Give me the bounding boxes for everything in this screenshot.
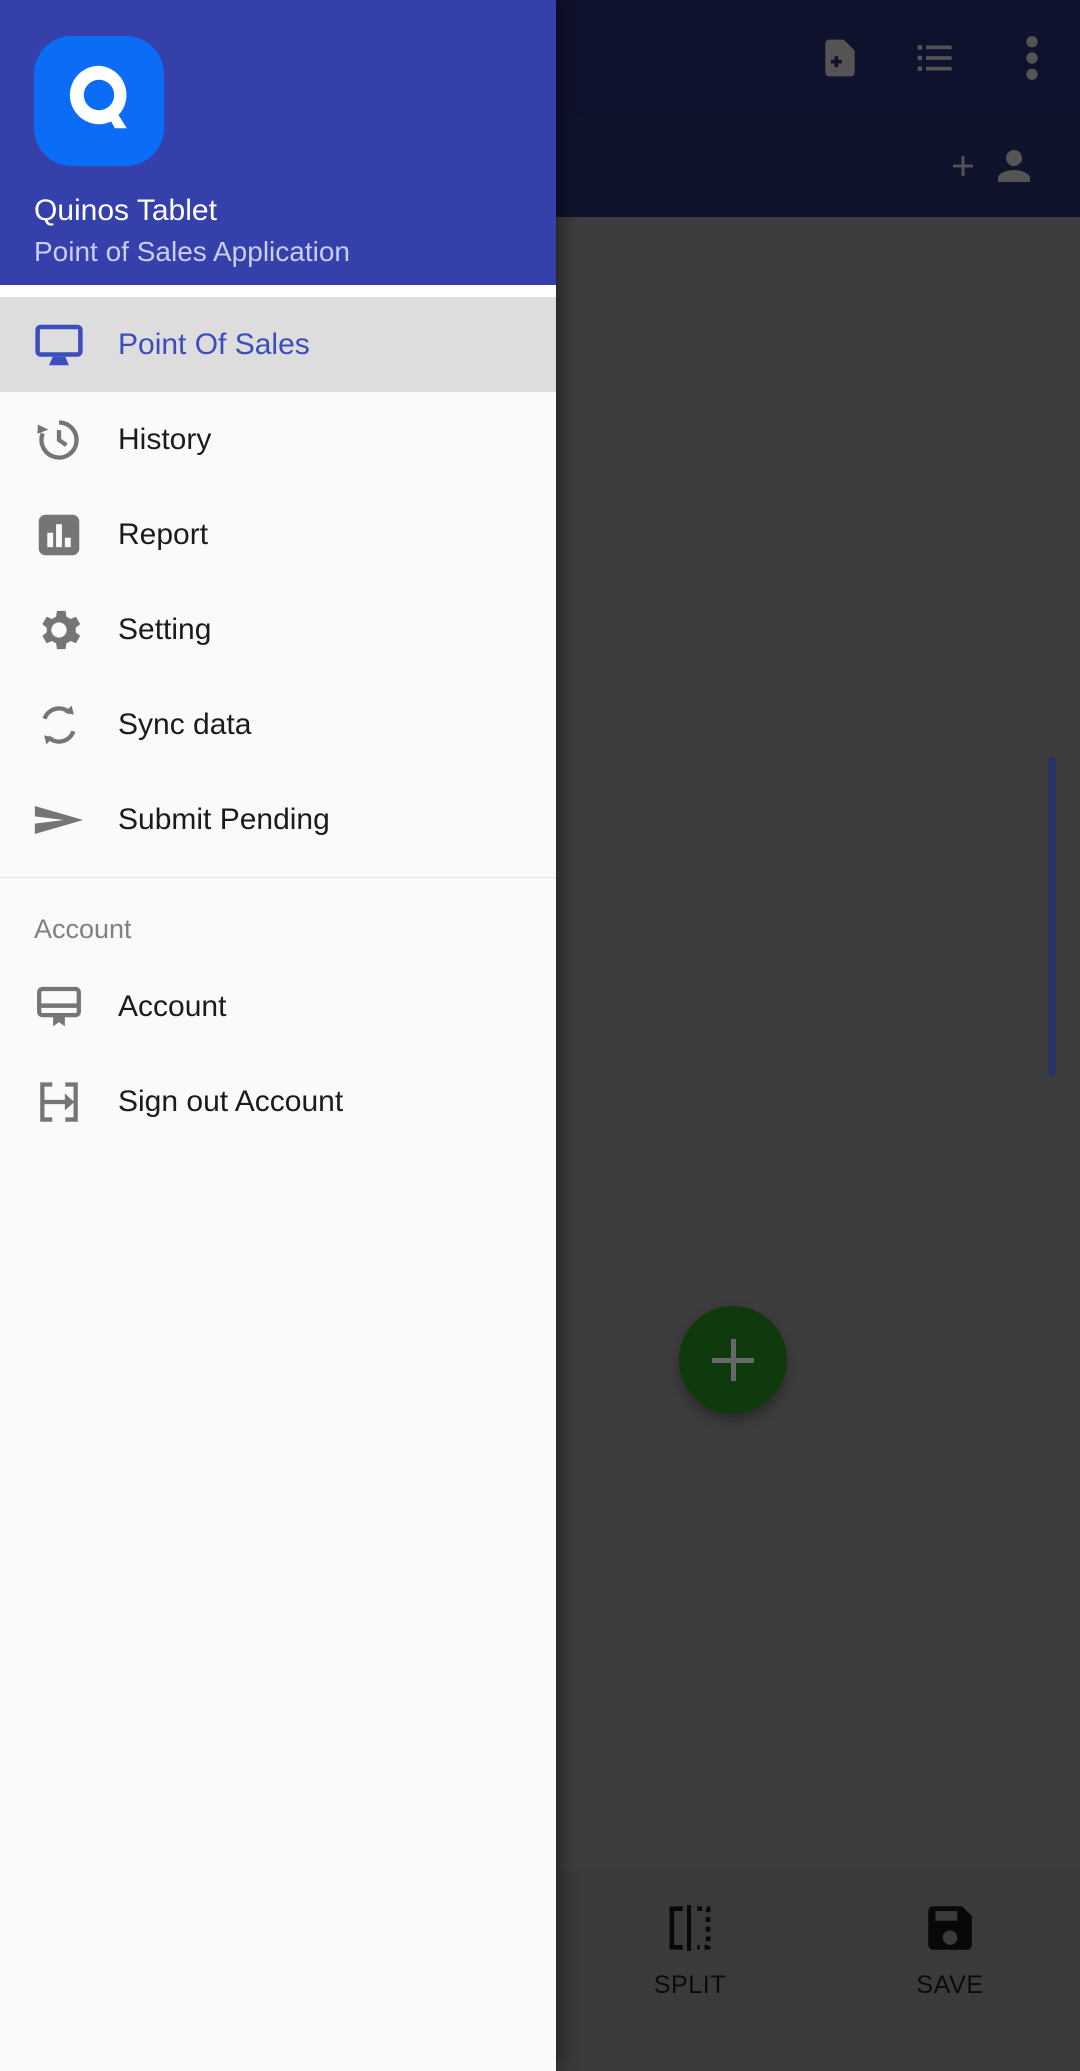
- send-icon: [30, 791, 88, 849]
- note-add-button[interactable]: [792, 0, 888, 115]
- sidebar-item-label: History: [118, 422, 212, 456]
- save-button[interactable]: SAVE: [850, 1899, 1050, 2000]
- sidebar-item-submit-pending[interactable]: Submit Pending: [0, 772, 556, 867]
- plus-icon-vertical: [730, 1339, 736, 1381]
- drawer-account-nav-list: Account Sign out Account: [0, 959, 556, 1149]
- vertical-scrollbar[interactable]: [1048, 757, 1056, 1077]
- sidebar-item-report[interactable]: Report: [0, 487, 556, 582]
- monitor-icon: [30, 316, 88, 374]
- bottom-action-bar: SPLIT SAVE: [560, 1871, 1080, 2071]
- save-button-label: SAVE: [916, 1971, 984, 1999]
- drawer-empty-space: [0, 1149, 556, 2071]
- app-bar-actions: [792, 0, 1080, 115]
- order-list-button[interactable]: [888, 0, 984, 115]
- note-add-icon: [825, 39, 855, 76]
- split-button-label: SPLIT: [653, 1971, 727, 1999]
- bar-chart-icon: [30, 506, 88, 564]
- add-item-fab[interactable]: [679, 1306, 787, 1414]
- logout-icon: [30, 1073, 88, 1131]
- sidebar-item-label: Sign out Account: [118, 1084, 344, 1118]
- sidebar-item-label: Report: [118, 517, 209, 551]
- more-options-button[interactable]: [984, 0, 1080, 115]
- sidebar-item-setting[interactable]: Setting: [0, 582, 556, 677]
- drawer-header: Quinos Tablet Point of Sales Application: [0, 0, 556, 285]
- sidebar-item-label: Point Of Sales: [118, 327, 310, 361]
- drawer-account-section-title: Account: [34, 914, 132, 944]
- drawer-header-gap: [0, 285, 556, 297]
- sidebar-item-point-of-sales[interactable]: Point Of Sales: [0, 297, 556, 392]
- drawer-app-subtitle: Point of Sales Application: [34, 235, 350, 267]
- order-panel: [560, 217, 1060, 1438]
- drawer-main-nav-list: Point Of Sales History Report Setting Sy…: [0, 297, 556, 867]
- list-icon: [917, 44, 952, 71]
- more-vert-icon: [1026, 35, 1038, 80]
- sidebar-item-sync-data[interactable]: Sync data: [0, 677, 556, 772]
- add-customer-button[interactable]: [946, 142, 1038, 190]
- split-button[interactable]: SPLIT: [590, 1899, 790, 2000]
- app-logo-icon: [34, 36, 164, 166]
- navigation-drawer: Quinos Tablet Point of Sales Application…: [0, 0, 556, 2071]
- sidebar-item-sign-out-account[interactable]: Sign out Account: [0, 1054, 556, 1149]
- quinos-q-logo-icon: [69, 65, 127, 129]
- sidebar-item-label: Sync data: [118, 707, 252, 741]
- sidebar-item-label: Submit Pending: [118, 802, 330, 836]
- sidebar-item-account[interactable]: Account: [0, 959, 556, 1054]
- screen-root: SPLIT SAVE Quinos Tablet Point of Sales …: [0, 0, 1080, 2071]
- drawer-app-title: Quinos Tablet: [34, 194, 217, 227]
- split-icon: [669, 1905, 711, 1951]
- sync-icon: [30, 696, 88, 754]
- history-icon: [30, 411, 88, 469]
- sidebar-item-history[interactable]: History: [0, 392, 556, 487]
- add-person-icon: [998, 150, 1030, 182]
- plus-small-icon: [953, 156, 973, 176]
- save-icon: [928, 1906, 972, 1950]
- account-card-icon: [30, 978, 88, 1036]
- gear-icon: [30, 601, 88, 659]
- sidebar-item-label: Account: [118, 989, 227, 1023]
- sidebar-item-label: Setting: [118, 612, 212, 646]
